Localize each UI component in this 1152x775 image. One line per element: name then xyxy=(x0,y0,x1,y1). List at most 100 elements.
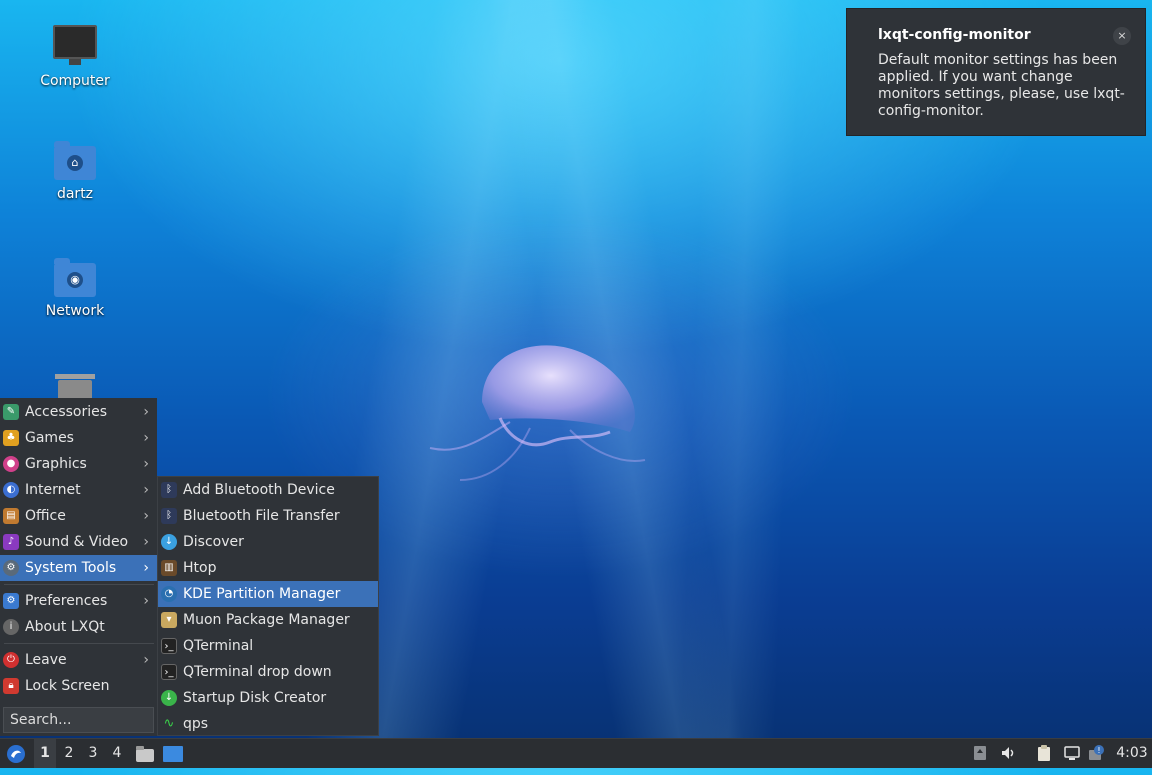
submenu-item-discover[interactable]: ↓ Discover xyxy=(158,529,378,555)
chevron-right-icon: › xyxy=(143,560,149,576)
menu-search-input[interactable]: Search... xyxy=(3,707,154,733)
submenu-item-label: Add Bluetooth Device xyxy=(183,482,335,498)
show-desktop-button[interactable] xyxy=(162,739,184,768)
volume-icon[interactable] xyxy=(1000,745,1016,761)
clipboard-icon[interactable] xyxy=(1036,745,1052,761)
menu-item-about[interactable]: i About LXQt xyxy=(0,614,157,640)
bluetooth-icon: ᛒ xyxy=(161,482,177,498)
desktop-switcher-3[interactable]: 3 xyxy=(82,739,104,768)
menu-item-internet[interactable]: ◐ Internet › xyxy=(0,477,157,503)
leave-icon: ⏻ xyxy=(3,652,19,668)
chevron-right-icon: › xyxy=(143,652,149,668)
notification-title: lxqt-config-monitor xyxy=(878,27,1031,43)
menu-item-preferences[interactable]: ⚙ Preferences › xyxy=(0,588,157,614)
about-icon: i xyxy=(3,619,19,635)
submenu-item-label: Htop xyxy=(183,560,217,576)
qps-icon: ∿ xyxy=(163,716,175,731)
menu-item-label: Preferences xyxy=(25,593,108,609)
menu-item-label: Office xyxy=(25,508,66,524)
desktop-icon-home[interactable]: ⌂ dartz xyxy=(20,141,130,202)
update-notifier-icon[interactable]: ! xyxy=(1088,745,1104,761)
desktop-switcher-2[interactable]: 2 xyxy=(58,739,80,768)
home-folder-icon: ⌂ xyxy=(54,141,96,180)
menu-item-graphics[interactable]: ● Graphics › xyxy=(0,451,157,477)
menu-item-label: Leave xyxy=(25,652,67,668)
desktop-icon xyxy=(163,746,183,762)
file-manager-icon xyxy=(136,746,154,762)
submenu-item-label: Discover xyxy=(183,534,244,550)
bluetooth-icon: ᛒ xyxy=(161,508,177,524)
system-tools-icon: ⚙ xyxy=(3,560,19,576)
notification-body: Default monitor settings has been applie… xyxy=(878,52,1125,119)
main-menu-button[interactable] xyxy=(4,739,28,768)
startup-disk-icon: ↓ xyxy=(161,690,177,706)
discover-icon: ↓ xyxy=(161,534,177,550)
network-folder-icon: ◉ xyxy=(54,258,96,297)
internet-icon: ◐ xyxy=(3,482,19,498)
submenu-item-startup-disk-creator[interactable]: ↓ Startup Disk Creator xyxy=(158,685,378,711)
menu-item-label: Games xyxy=(25,430,74,446)
submenu-item-htop[interactable]: ▥ Htop xyxy=(158,555,378,581)
menu-item-label: System Tools xyxy=(25,560,117,576)
desktop-icon-label: Computer xyxy=(40,73,110,89)
submenu-item-bluetooth-file-transfer[interactable]: ᛒ Bluetooth File Transfer xyxy=(158,503,378,529)
menu-item-label: Graphics xyxy=(25,456,87,472)
menu-separator xyxy=(4,643,154,644)
network-icon[interactable] xyxy=(1064,745,1080,761)
notification-popup[interactable]: lxqt-config-monitor × Default monitor se… xyxy=(846,8,1146,136)
desktop-switcher-1[interactable]: 1 xyxy=(34,739,56,768)
submenu-item-label: QTerminal xyxy=(183,638,254,654)
desktop-icon-computer[interactable]: Computer xyxy=(20,25,130,89)
submenu-item-label: QTerminal drop down xyxy=(183,664,332,680)
computer-icon xyxy=(53,25,97,65)
menu-item-office[interactable]: ▤ Office › xyxy=(0,503,157,529)
desktop-switcher-4[interactable]: 4 xyxy=(106,739,128,768)
desktop-icon-label: dartz xyxy=(56,186,94,202)
submenu-item-label: KDE Partition Manager xyxy=(183,586,341,602)
submenu-item-label: qps xyxy=(183,716,209,732)
sound-video-icon: ♪ xyxy=(3,534,19,550)
menu-item-accessories[interactable]: ✎ Accessories › xyxy=(0,399,157,425)
close-icon[interactable]: × xyxy=(1113,27,1131,45)
menu-item-sound-video[interactable]: ♪ Sound & Video › xyxy=(0,529,157,555)
clock[interactable]: 4:03 xyxy=(1114,739,1150,768)
submenu-item-kde-partition-manager[interactable]: ◔ KDE Partition Manager xyxy=(158,581,378,607)
partition-manager-icon: ◔ xyxy=(161,586,177,602)
menu-item-games[interactable]: ♣ Games › xyxy=(0,425,157,451)
submenu-item-qterminal[interactable]: ›_ QTerminal xyxy=(158,633,378,659)
file-manager-launcher[interactable] xyxy=(134,739,156,768)
htop-icon: ▥ xyxy=(161,560,177,576)
preferences-icon: ⚙ xyxy=(3,593,19,609)
terminal-icon: ›_ xyxy=(161,664,177,680)
chevron-right-icon: › xyxy=(143,508,149,524)
desktop-icon-label: Network xyxy=(45,303,105,319)
menu-item-label: Sound & Video xyxy=(25,534,129,550)
svg-text:!: ! xyxy=(1097,746,1100,755)
menu-item-leave[interactable]: ⏻ Leave › xyxy=(0,647,157,673)
menu-item-label: About LXQt xyxy=(25,619,105,635)
submenu-item-label: Startup Disk Creator xyxy=(183,690,327,706)
lxqt-logo-icon xyxy=(7,745,25,763)
muon-icon: ▾ xyxy=(161,612,177,628)
desktop-icon-network[interactable]: ◉ Network xyxy=(20,258,130,319)
submenu-item-muon-package-manager[interactable]: ▾ Muon Package Manager xyxy=(158,607,378,633)
submenu-item-label: Bluetooth File Transfer xyxy=(183,508,340,524)
chevron-right-icon: › xyxy=(143,593,149,609)
chevron-right-icon: › xyxy=(143,456,149,472)
menu-item-label: Accessories xyxy=(25,404,108,420)
taskbar: 1 2 3 4 ! 4:03 xyxy=(0,738,1152,768)
graphics-icon: ● xyxy=(3,456,19,472)
menu-item-system-tools[interactable]: ⚙ System Tools › xyxy=(0,555,157,581)
lock-icon: 🔒︎ xyxy=(3,678,19,694)
storage-icon[interactable] xyxy=(972,745,988,761)
submenu-item-add-bluetooth-device[interactable]: ᛒ Add Bluetooth Device xyxy=(158,477,378,503)
office-icon: ▤ xyxy=(3,508,19,524)
main-menu: ✎ Accessories › ♣ Games › ● Graphics › ◐… xyxy=(0,398,157,736)
system-tools-submenu: ᛒ Add Bluetooth Device ᛒ Bluetooth File … xyxy=(157,476,379,736)
chevron-right-icon: › xyxy=(143,430,149,446)
menu-item-label: Lock Screen xyxy=(25,678,110,694)
submenu-item-qterminal-drop-down[interactable]: ›_ QTerminal drop down xyxy=(158,659,378,685)
submenu-item-label: Muon Package Manager xyxy=(183,612,350,628)
submenu-item-qps[interactable]: ∿ qps xyxy=(158,711,378,737)
menu-item-lock-screen[interactable]: 🔒︎ Lock Screen xyxy=(0,673,157,699)
